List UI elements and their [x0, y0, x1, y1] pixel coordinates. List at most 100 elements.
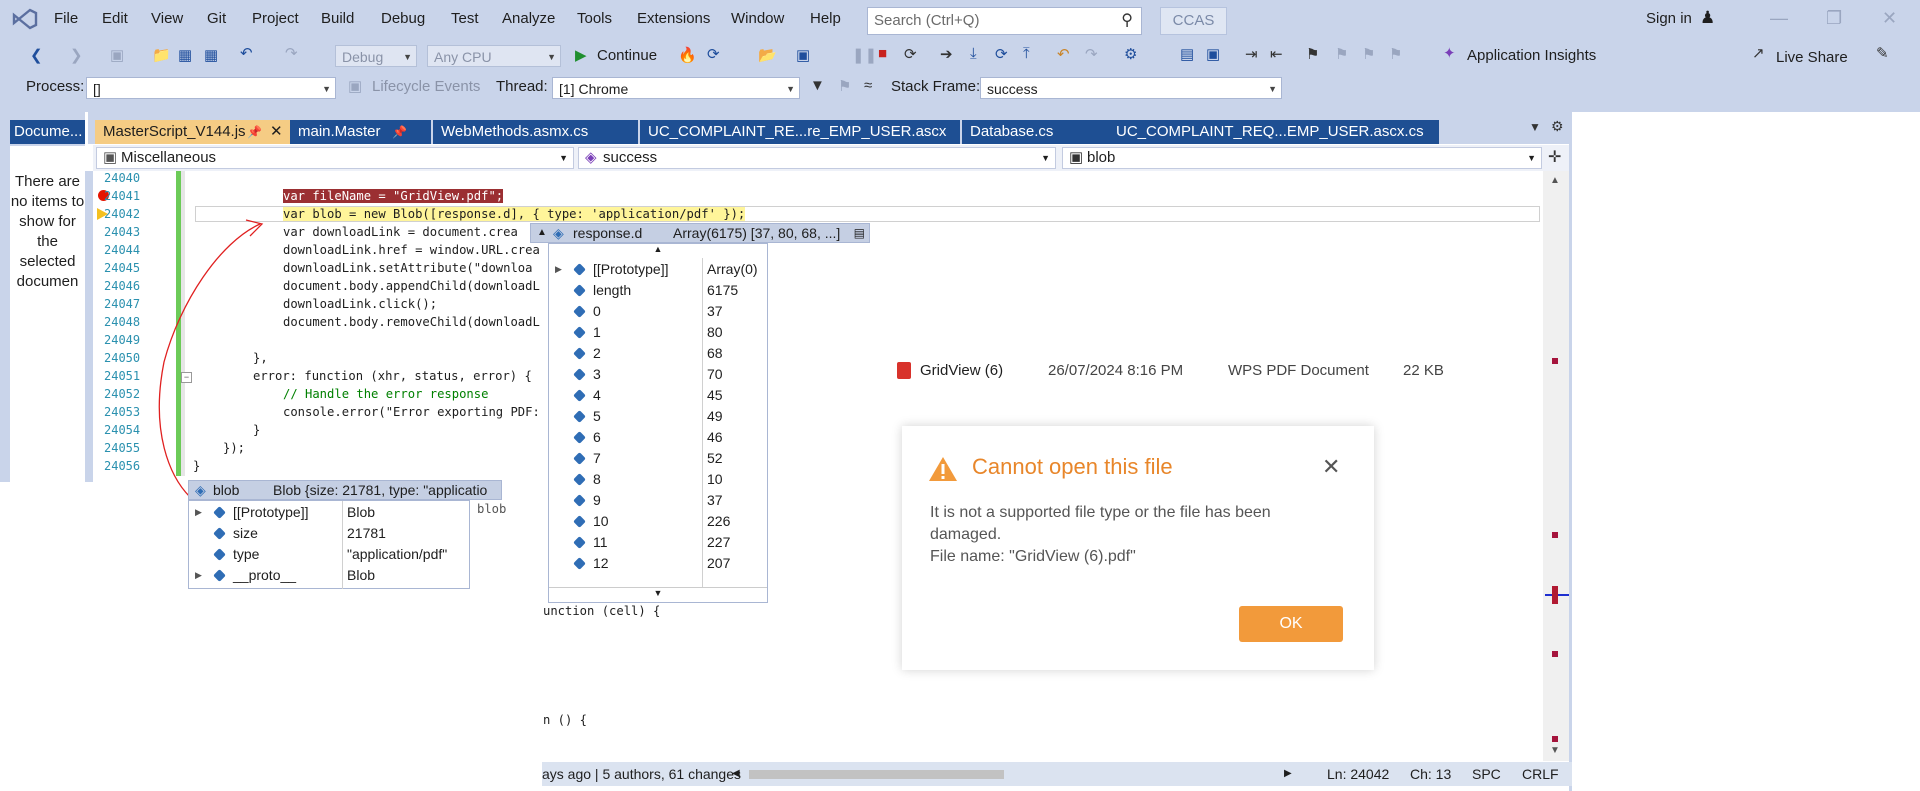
step-out-icon[interactable]: ⤒ — [1023, 45, 1030, 62]
expand-arrow-icon[interactable]: ▶ — [195, 502, 202, 523]
tab-overflow-icon[interactable]: ▼ — [1529, 120, 1541, 134]
pin-datatip-icon[interactable]: ▤ — [854, 224, 865, 242]
menu-analyze[interactable]: Analyze — [502, 10, 555, 27]
horizontal-scrollbar-thumb[interactable] — [749, 770, 1004, 779]
continue-button[interactable]: Continue — [597, 47, 657, 64]
live-share-button[interactable]: Live Share — [1776, 49, 1848, 66]
tab-uc-complaint-ascx[interactable]: UC_COMPLAINT_RE...re_EMP_USER.ascx — [640, 120, 960, 144]
redo-edit-icon[interactable]: ↷ — [1085, 45, 1098, 63]
app-insights-button[interactable]: Application Insights — [1467, 47, 1596, 64]
outdent-icon[interactable]: ⇤ — [1270, 45, 1283, 63]
open-folder-icon[interactable]: 📁 — [152, 46, 171, 64]
line-indicator[interactable]: Ln: 24042 — [1327, 762, 1389, 786]
menu-help[interactable]: Help — [810, 10, 841, 27]
save-icon[interactable]: ▦ — [178, 46, 192, 64]
folder-icon[interactable]: 📂 — [758, 46, 777, 64]
prev-bookmark-icon[interactable]: ⚑ — [1335, 45, 1348, 63]
undo-edit-icon[interactable]: ↶ — [1057, 45, 1070, 63]
restore-icon[interactable]: ❐ — [1826, 8, 1842, 29]
member-combo[interactable]: ▣ blob ▼ — [1062, 147, 1542, 169]
datatip-row[interactable]: 9 37 — [549, 490, 767, 511]
menu-project[interactable]: Project — [252, 10, 299, 27]
scroll-up-icon[interactable]: ▲ — [549, 244, 767, 258]
split-editor-icon[interactable]: ✛ — [1548, 147, 1561, 167]
datatip-row[interactable]: 1 80 — [549, 322, 767, 343]
scroll-up-arrow[interactable]: ▲ — [1550, 175, 1560, 186]
datatip-row[interactable]: 6 46 — [549, 427, 767, 448]
spacing-indicator[interactable]: SPC — [1472, 762, 1501, 786]
file-name[interactable]: GridView (6) — [920, 362, 1003, 379]
platform-select[interactable]: Any CPU ▼ — [427, 45, 561, 67]
menu-file[interactable]: File — [54, 10, 78, 27]
redo-icon[interactable]: ↷ — [285, 44, 298, 62]
sign-in-link[interactable]: Sign in — [1646, 10, 1692, 27]
restart-icon[interactable]: ⟳ — [707, 45, 720, 63]
menu-extensions[interactable]: Extensions — [637, 10, 710, 27]
close-window-icon[interactable]: ✕ — [1882, 8, 1897, 29]
datatip-row[interactable]: type "application/pdf" — [189, 544, 469, 565]
datatip-row[interactable]: 0 37 — [549, 301, 767, 322]
menu-build[interactable]: Build — [321, 10, 354, 27]
add-user-icon[interactable]: ♟ — [1700, 8, 1715, 28]
datatip-row[interactable]: 4 45 — [549, 385, 767, 406]
scroll-down-icon[interactable]: ▼ — [549, 587, 767, 602]
datatip-row[interactable]: ▶ [[Prototype]] Blob — [189, 502, 469, 523]
layout-icon[interactable]: ▤ — [1180, 45, 1194, 63]
scroll-right-icon[interactable]: ▶ — [1284, 762, 1292, 786]
scroll-left-icon[interactable]: ◀ — [732, 762, 740, 786]
undo-icon[interactable]: ↶ — [240, 44, 253, 62]
menu-debug[interactable]: Debug — [381, 10, 425, 27]
datatip-row[interactable]: 11 227 — [549, 532, 767, 553]
minimize-icon[interactable]: — — [1770, 8, 1788, 29]
expand-icon[interactable]: ▲ — [537, 224, 547, 242]
window-icon[interactable]: ▣ — [1206, 45, 1220, 63]
git-blame-info[interactable]: ays ago | 5 authors, 61 changes — [542, 762, 741, 786]
back-icon[interactable]: ❮ — [30, 46, 43, 64]
eol-indicator[interactable]: CRLF — [1522, 762, 1559, 786]
feedback-icon[interactable]: ✎ — [1876, 44, 1889, 62]
show-next-statement-icon[interactable]: ➔ — [940, 45, 953, 63]
new-item-icon[interactable]: ▣ — [110, 46, 124, 64]
save-all-icon[interactable]: ▦ — [204, 46, 218, 64]
menu-test[interactable]: Test — [451, 10, 479, 27]
clear-bookmarks-icon[interactable]: ⚑ — [1389, 45, 1402, 63]
datatip-row[interactable]: ▶ __proto__ Blob — [189, 565, 469, 586]
flag-icon[interactable]: ⚑ — [838, 77, 851, 95]
next-bookmark-icon[interactable]: ⚑ — [1362, 45, 1375, 63]
indent-icon[interactable]: ⇥ — [1245, 45, 1258, 63]
datatip-row[interactable]: 12 207 — [549, 553, 767, 574]
filter-icon[interactable]: ▼ — [810, 77, 825, 94]
datatip-row[interactable]: ▶ [[Prototype]] Array(0) — [549, 259, 767, 280]
pin-icon[interactable]: 📌 — [247, 120, 262, 144]
expand-arrow-icon[interactable]: ▶ — [195, 565, 202, 586]
expand-arrow-icon[interactable]: ▶ — [555, 259, 562, 280]
thread-select[interactable]: [1] Chrome ▼ — [552, 77, 800, 99]
menu-git[interactable]: Git — [207, 10, 226, 27]
datatip-row[interactable]: length 6175 — [549, 280, 767, 301]
close-tab-icon[interactable]: ✕ — [270, 120, 283, 144]
breakpoint-settings-icon[interactable]: ⚙ — [1124, 45, 1137, 63]
ok-button[interactable]: OK — [1239, 606, 1343, 642]
menu-window[interactable]: Window — [731, 10, 784, 27]
datatip-row[interactable]: 10 226 — [549, 511, 767, 532]
close-dialog-icon[interactable]: ✕ — [1322, 454, 1340, 480]
datatip-row[interactable]: 2 68 — [549, 343, 767, 364]
datatip-row[interactable]: size 21781 — [189, 523, 469, 544]
hot-reload-icon[interactable]: 🔥 — [678, 46, 697, 64]
datatip-row[interactable]: 5 49 — [549, 406, 767, 427]
screenshot-icon[interactable]: ▣ — [796, 46, 810, 64]
stack-frame-select[interactable]: success ▼ — [980, 77, 1282, 99]
datatip-row[interactable]: 3 70 — [549, 364, 767, 385]
project-combo[interactable]: ▣ Miscellaneous ▼ — [96, 147, 574, 169]
scope-combo[interactable]: ◈ success ▼ — [578, 147, 1056, 169]
column-indicator[interactable]: Ch: 13 — [1410, 762, 1451, 786]
pause-icon[interactable]: ❚❚ — [852, 46, 877, 64]
vertical-scrollbar[interactable] — [1543, 171, 1569, 761]
menu-tools[interactable]: Tools — [577, 10, 612, 27]
lifecycle-events-button[interactable]: Lifecycle Events — [372, 78, 480, 95]
menu-view[interactable]: View — [151, 10, 183, 27]
continue-play-icon[interactable]: ▶ — [575, 46, 587, 64]
document-outline-tab[interactable]: Docume... — [10, 120, 85, 144]
tab-main-master[interactable]: main.Master 📌 — [290, 120, 431, 144]
configuration-select[interactable]: Debug ▼ — [335, 45, 417, 67]
